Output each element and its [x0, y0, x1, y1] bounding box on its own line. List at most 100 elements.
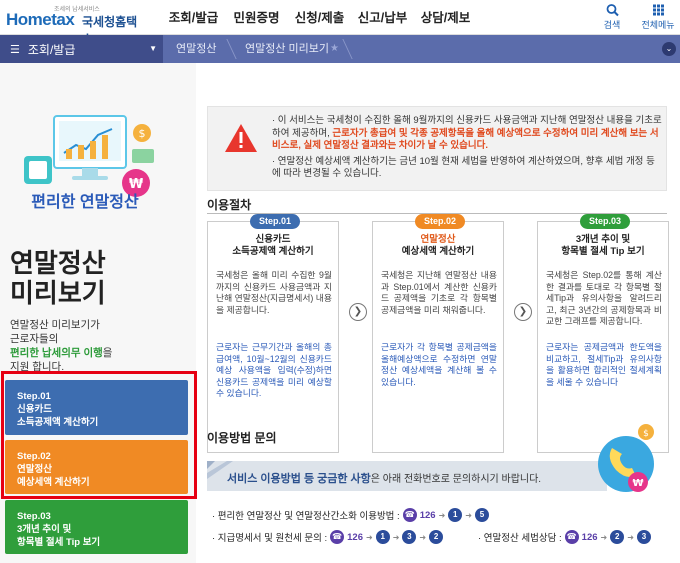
phone-number: 126: [347, 531, 363, 543]
card-title-line: 연말정산: [420, 234, 456, 245]
desc-line: 편리한 납세의무 이행을: [10, 346, 180, 360]
menu-number: 3: [402, 530, 417, 544]
telephone-illustration: $ ₩: [598, 424, 654, 492]
gnb-item-apply[interactable]: 신청/제출: [288, 0, 351, 35]
gnb-item-consult[interactable]: 상담/제보: [414, 0, 477, 35]
card-title-line: 신용카드: [255, 234, 291, 245]
arrow-icon: ➜: [627, 532, 634, 542]
desc-line: 연말정산 미리보기가: [10, 319, 100, 331]
page-title: 연말정산 미리보기: [10, 248, 106, 308]
page-description: 연말정산 미리보기가 근로자들의 편리한 납세의무 이행을 지원 합니다.: [10, 318, 180, 374]
banner-bold: 서비스 이용방법 등 궁금한 사항: [227, 473, 371, 485]
main-content: · 이 서비스는 국세청이 수집한 올해 9월까지의 신용카드 사용금액과 지난…: [196, 63, 680, 563]
caret-down-icon: ▼: [149, 44, 157, 53]
card-highlight: 근로자는 공제금액과 한도액을 비교하고, 절세Tip과 유의사항을 활용하면 …: [546, 342, 662, 387]
page-title-line2: 미리보기: [10, 278, 106, 308]
desc-text: 을: [102, 347, 113, 359]
card-highlight: 근로자가 각 항목별 공제금액을 올해예상액으로 수정하면 연말정산 예상세액을…: [381, 342, 497, 387]
phone-icon: ☎: [564, 530, 579, 544]
logo-brand: Hometax: [6, 10, 75, 29]
notice-box: · 이 서비스는 국세청이 수집한 올해 9월까지의 신용카드 사용금액과 지난…: [207, 106, 667, 191]
step-label: 항목별 절세 Tip 보기: [17, 537, 101, 548]
menu-number: 5: [474, 508, 489, 522]
inquiry-title: 이용방법 문의: [207, 431, 277, 445]
notice-paragraph-1: · 이 서비스는 국세청이 수집한 올해 9월까지의 신용카드 사용금액과 지난…: [272, 115, 662, 153]
arrow-icon: ➜: [438, 510, 446, 520]
svg-text:$: $: [643, 429, 649, 439]
top-header: 조세의 납세서비스 Hometax 국세청홈택스 조회/발급 민원증명 신청/제…: [0, 0, 680, 46]
all-menu-label: 전체메뉴: [641, 20, 675, 30]
chevron-down-icon[interactable]: ⌄: [662, 42, 676, 56]
gnb-item-inquiry[interactable]: 조회/발급: [162, 0, 225, 35]
step-number: Step.03: [17, 511, 51, 522]
gnb-item-certificate[interactable]: 민원증명: [225, 0, 288, 35]
desc-line: 근로자들의: [10, 333, 59, 345]
step-badge: Step.02: [415, 214, 465, 229]
breadcrumb-divider: [217, 39, 237, 59]
arrow-icon: ➜: [392, 532, 400, 542]
next-arrow-icon: ❯: [349, 303, 367, 321]
contact-line-2: · 지급명세서 및 원천세 문의 : ☎ 126 ➜ 1 ➜ 3 ➜ 2: [212, 530, 444, 544]
arrow-icon: ➜: [465, 510, 472, 520]
banner-rest: 은 아래 전화번호로 문의하시기 바랍니다.: [370, 474, 542, 485]
phone-icon: ☎: [330, 530, 345, 544]
card-title: 연말정산 예상세액 계산하기: [373, 234, 503, 258]
all-menu-button[interactable]: 전체메뉴: [640, 3, 676, 31]
arrow-icon: ➜: [419, 532, 427, 542]
card-title-line: 항목별 절세 Tip 보기: [561, 246, 645, 257]
card-body: 국세청은 지난해 연말정산 내용과 Step.01에서 계산한 신용카드 공제액…: [381, 270, 497, 315]
gnb-item-report[interactable]: 신고/납부: [351, 0, 414, 35]
search-button[interactable]: 검색: [594, 3, 630, 31]
card-title-line: 3개년 추이 및: [575, 234, 631, 245]
menu-dropdown-label: 조회/발급: [27, 42, 76, 57]
menu-dropdown[interactable]: ☰ 조회/발급 ▼: [0, 35, 163, 63]
desc-highlight: 편리한 납세의무 이행: [10, 347, 103, 359]
search-label: 검색: [603, 20, 621, 30]
notice-paragraph-2: · 연말정산 예상세액 계산하기는 금년 10월 현재 세법을 반영하여 계산하…: [272, 155, 655, 180]
procedure-card-step2: Step.02 연말정산 예상세액 계산하기 국세청은 지난해 연말정산 내용과…: [372, 214, 504, 453]
left-panel: $ ₩ 편리한 연말정산 연말정산 미리보기 연말정산 미리보기가 근로자들의 …: [0, 63, 197, 563]
hamburger-icon: ☰: [10, 43, 20, 56]
card-title-line: 소득공제액 계산하기: [232, 246, 314, 257]
card-body: 국세청은 Step.02를 통해 계산한 결과를 토대로 각 항목별 절세Tip…: [546, 270, 662, 326]
step-badge: Step.01: [250, 214, 300, 229]
phone-number: 126: [581, 531, 598, 543]
breadcrumb-year-end[interactable]: 연말정산: [176, 35, 216, 63]
menu-number: 2: [610, 530, 625, 544]
contact-label: · 편리한 연말정산 및 연말정산간소화 이용방법 :: [212, 511, 400, 522]
phone-number: 126: [419, 509, 436, 521]
arrow-icon: ➜: [366, 532, 373, 542]
page-title-line1: 연말정산: [10, 248, 106, 278]
card-body: 국세청은 올해 미리 수집한 9월까지의 신용카드 사용금액과 지난해 연말정산…: [216, 270, 332, 315]
arrow-icon: ➜: [600, 532, 608, 542]
svg-text:$: $: [139, 127, 146, 140]
notice-text: · 이 서비스는 국세청이 수집한 올해 9월까지의 신용카드 사용금액과 지난…: [272, 115, 662, 181]
selection-highlight: [1, 371, 197, 499]
card-highlight: 근로자는 근무기간과 올해의 총급여액, 10월~12월의 신용카드 예상 사용…: [216, 342, 332, 398]
contact-label: · 연말정산 세법상담 :: [478, 533, 562, 544]
menu-number: 3: [636, 530, 651, 544]
next-arrow-icon: ❯: [514, 303, 532, 321]
grid-menu-icon: [652, 4, 664, 16]
warning-icon: [225, 124, 257, 152]
global-nav: 조회/발급 민원증명 신청/제출 신고/납부 상담/제보: [162, 0, 477, 35]
nav-bar: ☰ 조회/발급 ▼ 연말정산 연말정산 미리보기 ★ ⌄: [0, 35, 680, 63]
search-icon: [606, 4, 619, 17]
contact-line-1: · 편리한 연말정산 및 연말정산간소화 이용방법 : ☎ 126 ➜ 1 ➜ …: [212, 508, 489, 522]
card-title: 3개년 추이 및 항목별 절세 Tip 보기: [538, 234, 668, 258]
step-label: 3개년 추이 및: [17, 524, 72, 535]
menu-number: 1: [375, 530, 390, 544]
inquiry-banner-text: 서비스 이용방법 등 궁금한 사항은 아래 전화번호로 문의하시기 바랍니다.: [227, 470, 541, 486]
inquiry-banner: 서비스 이용방법 등 궁금한 사항은 아래 전화번호로 문의하시기 바랍니다.: [207, 461, 607, 491]
menu-number: 2: [429, 530, 444, 544]
phone-icon: ☎: [402, 508, 417, 522]
hometax-logo[interactable]: 조세의 납세서비스 Hometax 국세청홈택스: [6, 4, 146, 46]
breadcrumb-preview[interactable]: 연말정산 미리보기: [245, 35, 329, 63]
contact-line-3: · 연말정산 세법상담 : ☎ 126 ➜ 2 ➜ 3: [478, 530, 651, 544]
menu-number: 1: [448, 508, 463, 522]
card-title-line: 예상세액 계산하기: [401, 246, 475, 257]
svg-text:₩: ₩: [632, 478, 643, 489]
card-title: 신용카드 소득공제액 계산하기: [208, 234, 338, 258]
step3-tax-tip-button[interactable]: Step.03 3개년 추이 및 항목별 절세 Tip 보기: [5, 500, 188, 554]
step-badge: Step.03: [580, 214, 630, 229]
